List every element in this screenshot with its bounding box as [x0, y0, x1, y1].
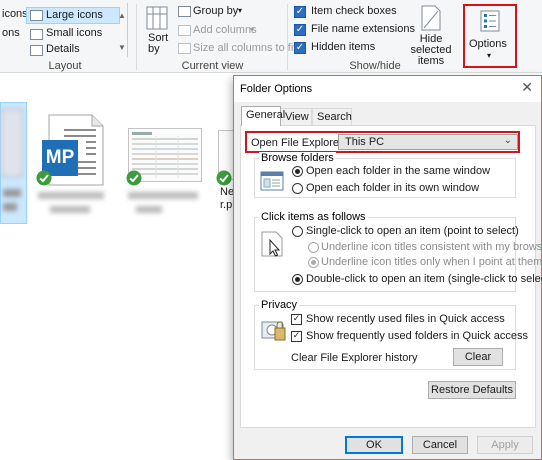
- details-icon: [30, 45, 43, 56]
- browse-folders-icon: [260, 171, 284, 191]
- current-view-group-label: Current view: [181, 60, 244, 72]
- large-icons-label: Large icons: [46, 9, 103, 21]
- frequent-folders-label[interactable]: Show frequently used folders in Quick ac…: [306, 330, 528, 342]
- small-icons-icon: [30, 29, 43, 40]
- tab-general[interactable]: General: [241, 106, 285, 126]
- item-check-boxes-checkbox[interactable]: ✓: [294, 6, 306, 18]
- large-icons-icon: [30, 10, 43, 21]
- layout-small-icons[interactable]: Small icons: [46, 27, 102, 39]
- tab-search[interactable]: Search: [312, 108, 352, 125]
- radio-double-click[interactable]: [292, 274, 303, 285]
- layout-gallery: icons ons Large icons Small icons Detail…: [0, 3, 128, 57]
- file-item[interactable]: MP: [36, 110, 108, 220]
- options-chevron-icon: ▾: [487, 51, 492, 60]
- layout-item-icons[interactable]: icons: [2, 8, 28, 20]
- file-name-extensions-checkbox[interactable]: ✓: [294, 24, 306, 36]
- open-file-explorer-row: Open File Explorer to: This PC ⌄: [245, 131, 520, 153]
- close-icon[interactable]: ✕: [521, 80, 533, 96]
- open-file-explorer-select[interactable]: This PC ⌄: [338, 134, 518, 150]
- sort-by-label: Sort by: [148, 32, 169, 55]
- layout-large-icons[interactable]: Large icons: [26, 7, 120, 24]
- clear-history-label: Clear File Explorer history: [291, 352, 418, 364]
- radio-same-window[interactable]: [292, 166, 303, 177]
- hide-selected-items-icon: [421, 5, 441, 31]
- radio-own-window[interactable]: [292, 183, 303, 194]
- open-file-explorer-value: This PC: [345, 136, 385, 148]
- folder-options-dialog: Folder Options ✕ General View Search Ope…: [233, 75, 542, 460]
- options-button[interactable]: Options ▾: [463, 4, 517, 68]
- sync-check-icon: [216, 170, 232, 186]
- privacy-icon: [261, 321, 286, 341]
- option-double-click-label[interactable]: Double-click to open an item (single-cli…: [306, 273, 542, 285]
- file-item[interactable]: [0, 102, 27, 224]
- hidden-items-checkbox[interactable]: ✓: [294, 42, 306, 54]
- layout-group-label: Layout: [48, 60, 82, 72]
- layout-item-icons-partial[interactable]: ons: [2, 27, 20, 39]
- group-by-chevron-icon: ▾: [238, 6, 243, 15]
- cancel-button[interactable]: Cancel: [412, 436, 468, 454]
- layout-details[interactable]: Details: [46, 43, 80, 55]
- ribbon: icons ons Large icons Small icons Detail…: [0, 0, 542, 73]
- browse-folders-title: Browse folders: [259, 152, 336, 164]
- sync-check-icon: [36, 170, 52, 186]
- recent-files-label[interactable]: Show recently used files in Quick access: [306, 313, 505, 325]
- restore-defaults-button[interactable]: Restore Defaults: [428, 381, 516, 399]
- click-items-title: Click items as follows: [259, 211, 368, 223]
- sort-by-icon: [146, 6, 168, 30]
- radio-single-click[interactable]: [292, 226, 303, 237]
- ok-button[interactable]: OK: [345, 436, 403, 454]
- size-columns-icon: [178, 43, 191, 54]
- gallery-up-icon[interactable]: ▲: [118, 11, 126, 20]
- options-icon: [480, 10, 500, 32]
- file-name-partial: r.p: [220, 199, 233, 211]
- privacy-title: Privacy: [259, 299, 300, 311]
- mp-badge-text: MP: [45, 147, 75, 168]
- click-items-group: Click items as follows Single-click to o…: [254, 211, 542, 292]
- browse-folders-group: Browse folders Open each folder in the s…: [254, 152, 516, 198]
- group-by-button[interactable]: Group by: [193, 5, 238, 17]
- radio-underline-consistent[interactable]: [308, 242, 319, 253]
- hidden-items-label: Hidden items: [311, 41, 376, 53]
- ribbon-separator: [136, 4, 137, 70]
- file-item[interactable]: Ne r.p: [212, 124, 233, 220]
- gallery-more-icon[interactable]: ▼: [118, 43, 126, 52]
- sort-by-button[interactable]: Sort by: [142, 4, 172, 58]
- pointer-click-icon: [261, 231, 283, 257]
- radio-underline-point[interactable]: [308, 257, 319, 268]
- show-hide-group-label: Show/hide: [349, 60, 401, 72]
- dialog-title: Folder Options: [240, 83, 313, 95]
- sync-check-icon: [126, 170, 142, 186]
- privacy-group: Privacy ✓ Show recently used files in Qu…: [254, 299, 528, 370]
- checkbox-recent-files[interactable]: ✓: [291, 314, 302, 325]
- checkbox-frequent-folders[interactable]: ✓: [291, 331, 302, 342]
- apply-button[interactable]: Apply: [477, 436, 533, 454]
- option-single-click-label[interactable]: Single-click to open an item (point to s…: [306, 225, 519, 237]
- add-columns-button[interactable]: Add columns: [193, 24, 257, 36]
- option-same-window-label[interactable]: Open each folder in the same window: [306, 165, 490, 177]
- file-name-partial: Ne: [220, 186, 233, 198]
- file-item[interactable]: [124, 124, 206, 220]
- ribbon-separator: [287, 4, 288, 70]
- add-columns-chevron-icon: ▾: [250, 25, 255, 34]
- file-name-extensions-label: File name extensions: [311, 23, 415, 35]
- hide-selected-items-button[interactable]: Hide selected items: [402, 4, 460, 67]
- option-underline-point-label[interactable]: Underline icon titles only when I point …: [321, 256, 542, 268]
- options-label: Options: [469, 38, 507, 50]
- option-own-window-label[interactable]: Open each folder in its own window: [306, 182, 479, 194]
- add-columns-icon: [178, 25, 191, 36]
- group-by-icon: [178, 6, 191, 17]
- dialog-title-bar[interactable]: Folder Options ✕: [234, 76, 541, 102]
- option-underline-consistent-label[interactable]: Underline icon titles consistent with my…: [321, 241, 542, 253]
- chevron-down-icon: ⌄: [503, 135, 512, 146]
- size-all-columns-button[interactable]: Size all columns to fit: [193, 42, 296, 54]
- clear-button[interactable]: Clear: [453, 348, 503, 366]
- item-check-boxes-label: Item check boxes: [311, 5, 397, 17]
